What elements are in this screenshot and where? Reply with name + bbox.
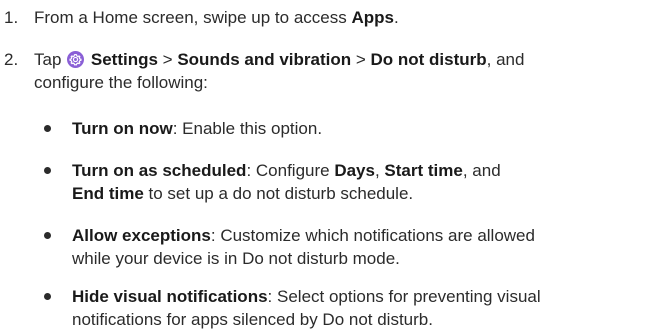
- bullet-dot: [44, 167, 51, 174]
- end-time-label: End time: [72, 184, 144, 203]
- gear-icon: [67, 51, 85, 68]
- step-text-line2: configure the following:: [34, 73, 208, 92]
- bullet-text-line2: notifications for apps silenced by Do no…: [72, 310, 433, 329]
- bullet-text: : Customize which notifications are allo…: [210, 226, 535, 245]
- bullet-dot: [44, 232, 51, 239]
- dnd-label: Do not disturb: [370, 50, 487, 69]
- bullet-text: : Configure: [246, 161, 335, 180]
- bullet-text-line2: while your device is in Do not disturb m…: [72, 249, 400, 268]
- step-number: 1.: [4, 8, 19, 27]
- bullet-dot: [44, 293, 51, 300]
- bullet-text: : Select options for preventing visual: [267, 287, 541, 306]
- step-text-end: .: [393, 8, 399, 27]
- apps-label: Apps: [351, 8, 394, 27]
- step-text: , and: [486, 50, 525, 69]
- bullet-dot: [44, 125, 51, 132]
- step-number: 2.: [4, 50, 19, 69]
- settings-label: Settings: [90, 50, 158, 69]
- bullet-title: Hide visual notifications: [72, 287, 268, 306]
- separator: >: [157, 50, 178, 69]
- days-label: Days: [334, 161, 375, 180]
- bullet-text: to set up a do not disturb schedule.: [143, 184, 414, 203]
- start-time-label: Start time: [384, 161, 463, 180]
- tap-text: Tap: [34, 50, 62, 69]
- sounds-label: Sounds and vibration: [177, 50, 352, 69]
- separator: >: [351, 50, 371, 69]
- bullet-text: , and: [462, 161, 501, 180]
- bullet-text: : Enable this option.: [172, 119, 323, 138]
- step-text: From a Home screen, swipe up to access: [34, 8, 352, 27]
- bullet-title: Turn on as scheduled: [72, 161, 247, 180]
- bullet-title: Allow exceptions: [72, 226, 211, 245]
- instructions-document: 1. From a Home screen, swipe up to acces…: [0, 0, 647, 331]
- bullet-text: ,: [374, 161, 385, 180]
- bullet-title: Turn on now: [72, 119, 173, 138]
